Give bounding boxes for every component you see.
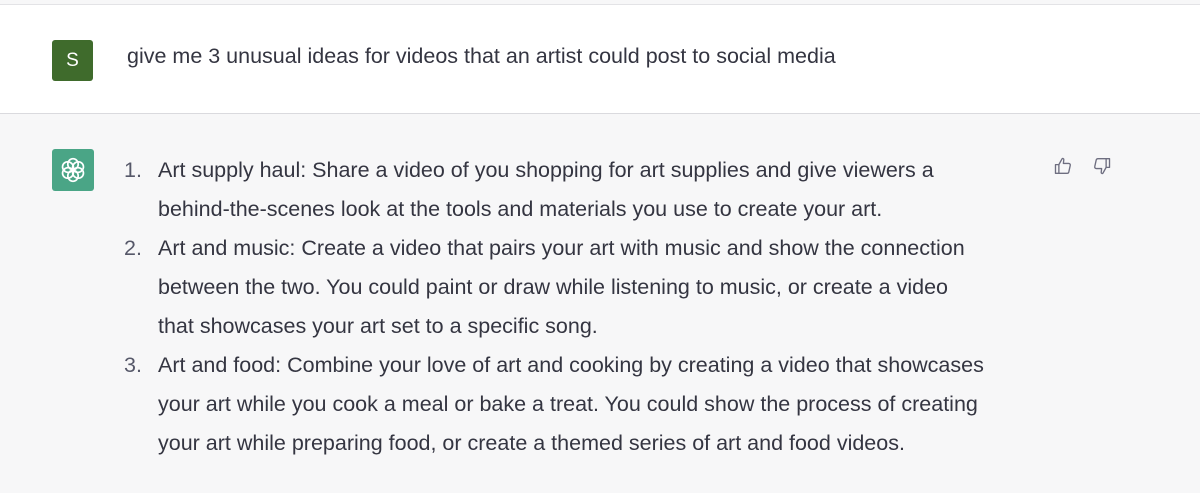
- response-line: your art while preparing food, or create…: [158, 431, 905, 455]
- chat-page: S give me 3 unusual ideas for videos tha…: [0, 0, 1200, 493]
- user-message-text: give me 3 unusual ideas for videos that …: [127, 44, 836, 68]
- response-line: Art and music: Create a video that pairs…: [158, 236, 965, 260]
- response-line: Art supply haul: Share a video of you sh…: [158, 158, 934, 182]
- response-item: 2. Art and music: Create a video that pa…: [0, 229, 1050, 346]
- response-line: Art and food: Combine your love of art a…: [158, 353, 984, 377]
- response-item-number: 1.: [124, 158, 142, 182]
- assistant-message-row: 1. Art supply haul: Share a video of you…: [0, 115, 1200, 493]
- response-item: 3. Art and food: Combine your love of ar…: [0, 346, 1050, 463]
- response-line: that showcases your art set to a specifi…: [158, 314, 598, 338]
- assistant-response-list: 1. Art supply haul: Share a video of you…: [0, 151, 1200, 463]
- response-line: behind-the-scenes look at the tools and …: [158, 197, 883, 221]
- response-line: your art while you cook a meal or bake a…: [158, 392, 978, 416]
- response-item-number: 3.: [124, 353, 142, 377]
- user-avatar: S: [52, 40, 93, 81]
- response-item: 1. Art supply haul: Share a video of you…: [0, 151, 1050, 229]
- thumbs-down-icon[interactable]: [1091, 155, 1113, 177]
- response-line: between the two. You could paint or draw…: [158, 275, 948, 299]
- response-item-number: 2.: [124, 236, 142, 260]
- thumbs-up-icon[interactable]: [1052, 155, 1074, 177]
- user-message-row: S give me 3 unusual ideas for videos tha…: [0, 5, 1200, 114]
